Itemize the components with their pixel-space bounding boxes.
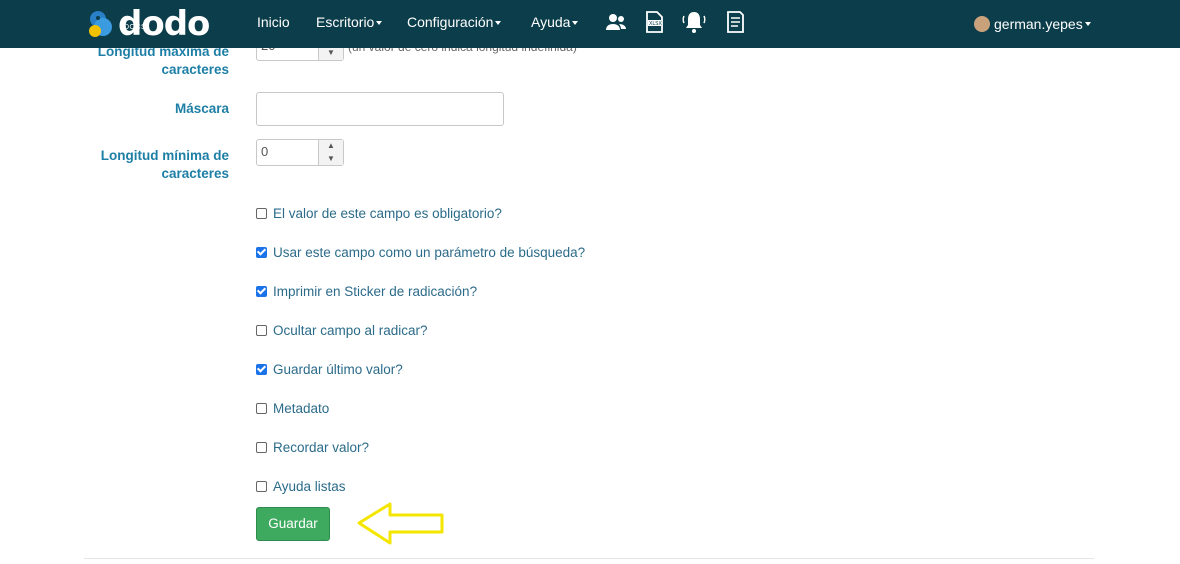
max-length-label: Longitud máxima de caracteres — [97, 44, 229, 77]
checkbox[interactable] — [256, 402, 267, 414]
dodo-logo[interactable]: dodo — [86, 4, 210, 44]
mask-label: Máscara — [174, 101, 229, 116]
checkbox-label: Metadato — [273, 400, 330, 416]
checkbox-label: Recordar valor? — [273, 439, 370, 455]
nav-item-configuracion[interactable]: Configuración — [407, 0, 502, 48]
svg-text:XLSX: XLSX — [649, 21, 662, 27]
field-settings-form: Longitud máxima de caracteres 20 ▲ ▼ (un… — [0, 0, 1180, 564]
min-length-label: Longitud mínima de caracteres — [100, 148, 229, 181]
nav-item-escritorio[interactable]: Escritorio — [316, 0, 383, 48]
checkbox-label: Imprimir en Sticker de radicación? — [273, 283, 478, 299]
decrement-arrow-icon[interactable]: ▼ — [319, 47, 343, 60]
users-icon[interactable] — [604, 10, 628, 34]
top-navbar: dodo DOCS Inicio Escritorio Configuració… — [0, 0, 1180, 48]
pointer-arrow-icon — [357, 502, 444, 545]
min-length-value: 0 — [261, 144, 269, 159]
increment-arrow-icon[interactable]: ▲ — [319, 140, 343, 153]
caret-down-icon — [572, 21, 579, 26]
checkbox-required[interactable]: El valor de este campo es obligatorio? — [256, 204, 502, 222]
nav-item-inicio[interactable]: Inicio — [257, 0, 290, 48]
checkbox-help-lists[interactable]: Ayuda listas — [256, 477, 346, 495]
decrement-arrow-icon[interactable]: ▼ — [319, 153, 343, 166]
caret-down-icon — [495, 21, 502, 26]
checkbox-print-sticker[interactable]: Imprimir en Sticker de radicación? — [256, 282, 477, 300]
min-length-stepper[interactable]: 0 ▲ ▼ — [256, 139, 344, 166]
checkbox[interactable] — [256, 441, 267, 453]
checkbox-label: Guardar último valor? — [273, 361, 403, 377]
mask-input[interactable] — [256, 92, 504, 126]
username: german.yepes — [994, 16, 1083, 32]
checkbox-label: Ayuda listas — [273, 478, 346, 494]
caret-down-icon — [376, 21, 383, 26]
avatar — [974, 16, 990, 32]
nav-item-ayuda[interactable]: Ayuda — [531, 0, 579, 48]
checkbox-label: Ocultar campo al radicar? — [273, 322, 428, 338]
document-list-icon[interactable] — [723, 10, 747, 34]
save-button[interactable]: Guardar — [256, 507, 330, 541]
checkbox[interactable] — [256, 285, 267, 297]
user-menu[interactable]: german.yepes — [974, 0, 1091, 48]
logo-mark-icon — [89, 11, 112, 37]
checkbox-hide-field[interactable]: Ocultar campo al radicar? — [256, 321, 428, 339]
caret-down-icon — [1084, 22, 1091, 26]
checkbox[interactable] — [256, 246, 267, 258]
checkbox[interactable] — [256, 363, 267, 375]
checkbox-label: Usar este campo como un parámetro de bús… — [273, 244, 586, 260]
checkbox-remember-value[interactable]: Recordar valor? — [256, 438, 369, 456]
checkbox[interactable] — [256, 207, 267, 219]
bell-icon[interactable] — [681, 10, 707, 34]
checkbox[interactable] — [256, 480, 267, 492]
checkbox-search-param[interactable]: Usar este campo como un parámetro de bús… — [256, 243, 585, 261]
divider — [84, 558, 1094, 559]
xlsx-file-icon[interactable]: XLSX — [642, 10, 666, 34]
checkbox-metadata[interactable]: Metadato — [256, 399, 329, 417]
checkbox[interactable] — [256, 324, 267, 336]
checkbox-label: El valor de este campo es obligatorio? — [273, 205, 502, 221]
checkbox-save-last-value[interactable]: Guardar último valor? — [256, 360, 403, 378]
logo-subtext: DOCS — [124, 24, 147, 31]
